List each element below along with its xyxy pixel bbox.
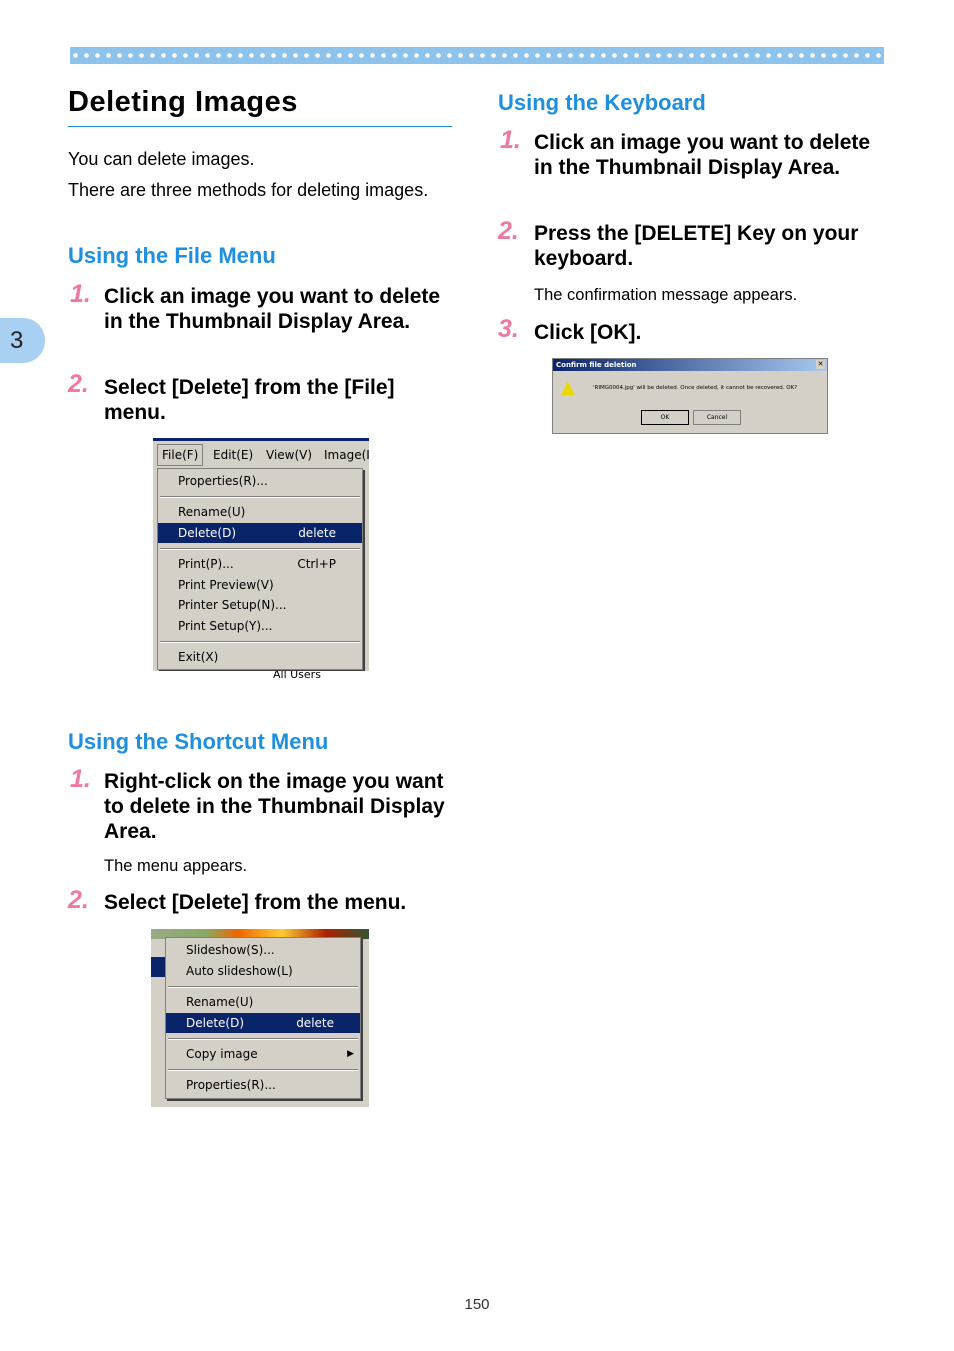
menu-item-rename[interactable]: Rename(U) — [166, 992, 360, 1012]
menu-item-rename[interactable]: Rename(U) — [158, 502, 362, 522]
intro-line: You can delete images. — [68, 149, 255, 169]
menu-item-print[interactable]: Print(P)... Ctrl+P — [158, 554, 362, 574]
menubar-file[interactable]: File(F) — [157, 444, 204, 466]
page-title: Deleting Images — [68, 86, 298, 118]
intro-line: There are three methods for deleting ima… — [68, 180, 429, 200]
dialog-message: 'RIMG0004.jpg' will be deleted. Once del… — [593, 385, 798, 391]
step-number: 2. — [68, 370, 89, 398]
section-heading: Using the Keyboard — [498, 90, 706, 115]
menu-item-properties[interactable]: Properties(R)... — [158, 471, 362, 491]
file-dropdown: Properties(R)... Rename(U) Delete(D) dele… — [157, 468, 363, 670]
menu-item-print-preview[interactable]: Print Preview(V) — [158, 575, 362, 595]
manual-page: 3 Deleting Images You can delete images.… — [0, 0, 954, 1351]
step-note: The confirmation message appears. — [534, 286, 798, 304]
dialog-title: Confirm file deletion — [556, 361, 637, 369]
chapter-tab: 3 — [0, 318, 45, 363]
step-text: Press the [DELETE] Key on your keyboard. — [534, 222, 859, 270]
step-text: Click an image you want to delete in the… — [104, 285, 441, 333]
file-menu-screenshot: File(F) Edit(E) View(V) Image(I Properti… — [153, 438, 370, 679]
menu-item-slideshow[interactable]: Slideshow(S)... — [166, 940, 360, 960]
warning-icon: ▲ — [561, 377, 575, 398]
section-heading: Using the Shortcut Menu — [68, 729, 329, 754]
submenu-arrow-icon: ▶ — [347, 1049, 354, 1059]
cancel-button[interactable]: Cancel — [693, 410, 741, 425]
step-note: The menu appears. — [104, 857, 248, 875]
section-heading: Using the File Menu — [68, 243, 276, 268]
step-number: 3. — [498, 315, 519, 343]
menu-item-exit[interactable]: Exit(X) — [158, 647, 362, 667]
step-number: 1. — [70, 280, 91, 308]
step-number: 1. — [70, 765, 91, 793]
menu-item-print-setup[interactable]: Print Setup(Y)... — [158, 616, 362, 636]
title-rule — [68, 126, 452, 127]
ok-button[interactable]: OK — [641, 410, 689, 425]
step-number: 2. — [498, 217, 519, 245]
step-text: Select [Delete] from the [File] menu. — [104, 376, 395, 424]
menubar-edit[interactable]: Edit(E) — [213, 443, 253, 467]
menu-item-copy-image[interactable]: Copy image ▶ — [166, 1044, 360, 1064]
menubar-image[interactable]: Image(I — [324, 443, 370, 467]
step-text: Click an image you want to delete in the… — [534, 131, 871, 179]
step-text: Right-click on the image you want to del… — [104, 770, 445, 843]
step-text: Select [Delete] from the menu. — [104, 891, 407, 914]
menu-item-printer-setup[interactable]: Printer Setup(N)... — [158, 595, 362, 615]
context-menu: Slideshow(S)... Auto slideshow(L) Rename… — [165, 937, 361, 1099]
menubar-view[interactable]: View(V) — [266, 443, 312, 467]
step-number: 2. — [68, 886, 89, 914]
confirm-dialog: Confirm file deletion ✕ ▲ 'RIMG0004.jpg'… — [552, 358, 828, 434]
menu-item-properties[interactable]: Properties(R)... — [166, 1075, 360, 1095]
decorative-band — [70, 47, 884, 64]
menu-item-auto-slideshow[interactable]: Auto slideshow(L) — [166, 961, 360, 981]
menu-item-delete[interactable]: Delete(D) delete — [166, 1013, 360, 1033]
page-number: 150 — [464, 1296, 490, 1313]
tree-item: All Users — [273, 671, 321, 679]
step-text: Click [OK]. — [534, 321, 642, 344]
step-number: 1. — [500, 126, 521, 154]
close-icon[interactable]: ✕ — [816, 360, 825, 369]
shortcut-menu-screenshot: Slideshow(S)... Auto slideshow(L) Rename… — [151, 929, 369, 1107]
menu-item-delete[interactable]: Delete(D) delete — [158, 523, 362, 543]
